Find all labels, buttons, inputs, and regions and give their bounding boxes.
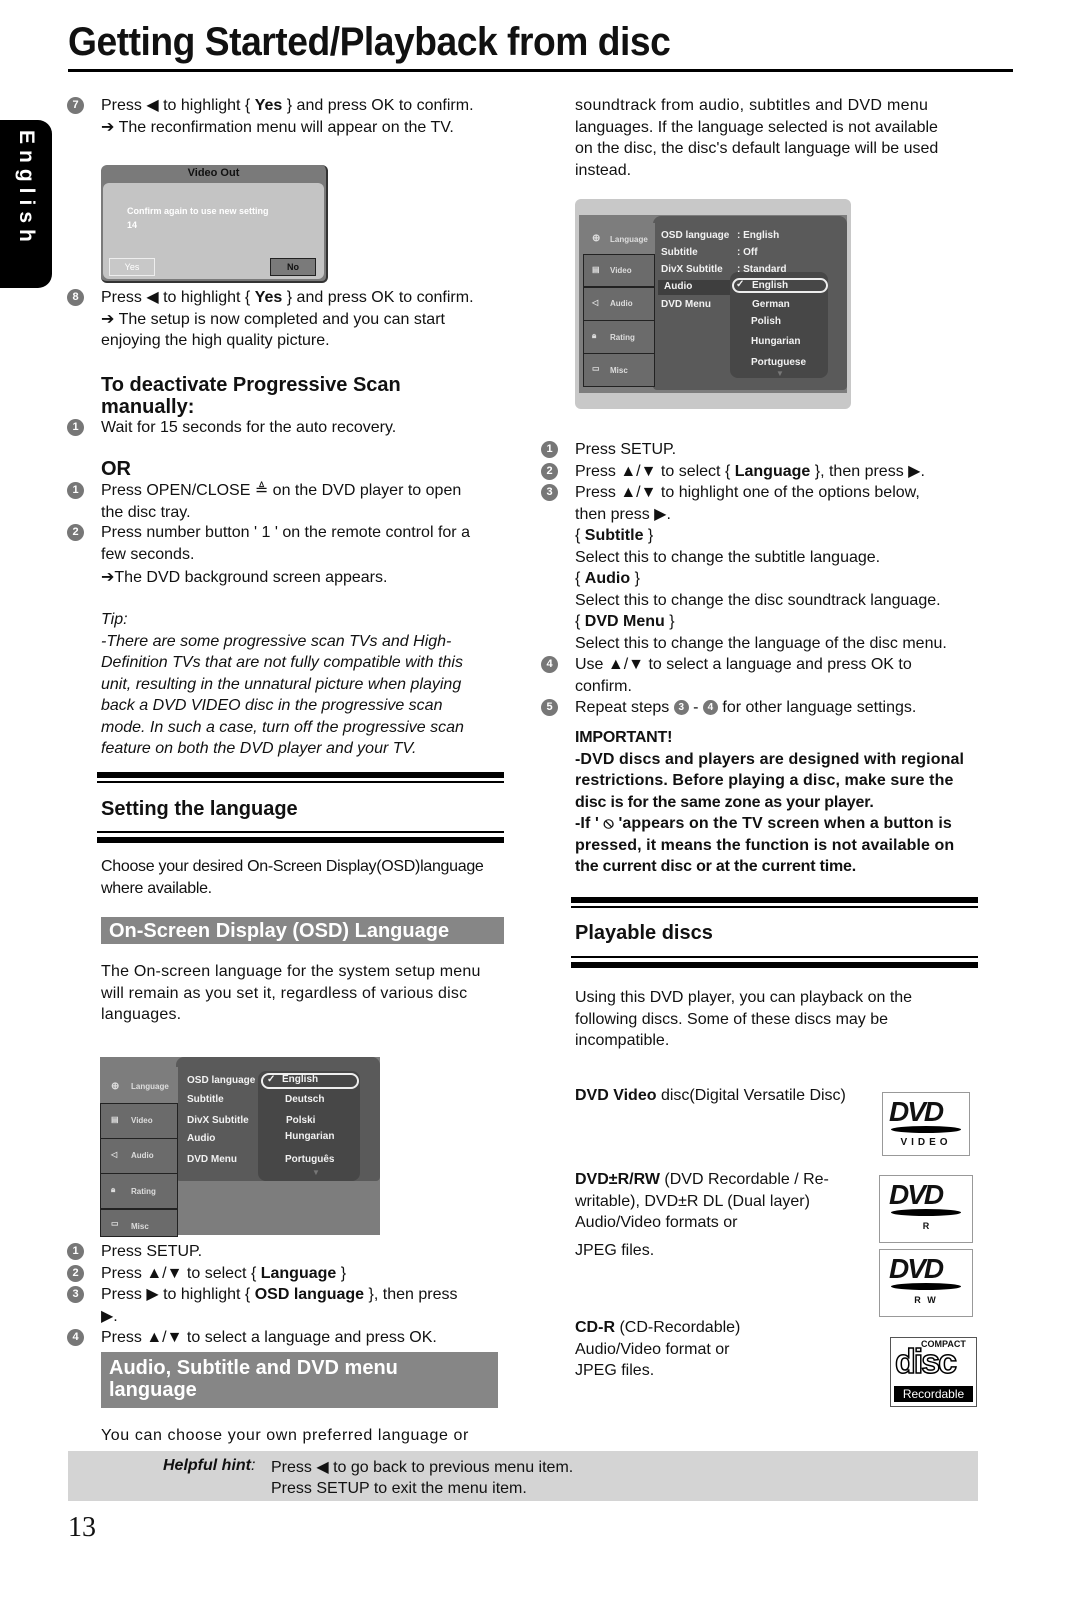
section-rule [571, 962, 978, 968]
video-out-dialog: Video Out Confirm again to use new setti… [101, 165, 328, 283]
menu-value: : Off [737, 247, 758, 258]
osd-language-heading: On-Screen Display (OSD) Language [101, 917, 504, 944]
audio-language-menu: ⊕ Language ▤ Video ◁ Audio 🔒︎ Rating ▭ Misc O… [575, 199, 851, 409]
check-icon: ✓ [267, 1074, 276, 1085]
menu-item[interactable]: DivX Subtitle [187, 1115, 249, 1126]
step-8: 8 Press ◀ to highlight { Yes } and press… [67, 287, 474, 352]
dvd-video-logo: DVD VIDEO [882, 1092, 970, 1156]
menu-item[interactable]: OSD language [661, 230, 729, 241]
section-rule [97, 837, 504, 843]
menu-tab-video[interactable]: ▤ Video [100, 1103, 178, 1139]
scroll-down-icon[interactable]: ▼ [776, 369, 784, 378]
dialog-title: Video Out [187, 167, 240, 179]
language-option[interactable]: Português [285, 1154, 334, 1165]
disc-dvd-rw: DVD±R/RW (DVD Recordable / Re- writable)… [575, 1171, 829, 1259]
dialog-message: Confirm again to use new setting [127, 206, 269, 216]
step-7: 7 Press ◀ to highlight { Yes } and press… [67, 95, 474, 138]
section-rule [571, 906, 978, 908]
hint-text: Press ◀ to go back to previous menu item… [271, 1459, 574, 1497]
menu-tab-rating[interactable]: 🔒︎ Rating [100, 1173, 178, 1209]
step-number-badge: 7 [67, 97, 84, 114]
setting-language-heading: Setting the language [101, 798, 298, 820]
menu-tab-language[interactable]: ⊕ Language [583, 223, 655, 255]
language-option[interactable]: English [282, 1074, 318, 1085]
menu-tab-audio[interactable]: ◁ Audio [100, 1138, 178, 1174]
tip-block: Tip: -There are some progressive scan TV… [101, 611, 464, 757]
disc-cd-r: CD-R (CD-Recordable) Audio/Video format … [575, 1319, 741, 1379]
menu-item[interactable]: DVD Menu [661, 299, 711, 310]
menu-item[interactable]: DivX Subtitle [661, 264, 723, 275]
or-result-arrow: ➔The DVD background screen appears. [101, 569, 388, 586]
menu-tab-misc[interactable]: ▭ Misc [100, 1209, 178, 1237]
disc-dvd-video: DVD Video disc(Digital Versatile Disc) [575, 1087, 846, 1104]
playable-description: Using this DVD player, you can playback … [575, 989, 913, 1049]
cd-recordable-logo: COMPACT disc Recordable [890, 1337, 977, 1407]
page-number: 13 [68, 1512, 96, 1543]
osd-steps: 1 Press SETUP. 2 Press ▲/▼ to select { Lan… [67, 1241, 457, 1349]
side-tab-label: English [15, 130, 38, 248]
menu-tab-video[interactable]: ▤ Video [583, 254, 655, 287]
language-option[interactable]: Deutsch [285, 1094, 324, 1105]
title-rule [68, 69, 1013, 72]
menu-value: : English [737, 230, 780, 241]
important-notice: IMPORTANT! -DVD discs and players are de… [575, 729, 965, 875]
section-rule [97, 772, 504, 778]
right-intro: soundtrack from audio, subtitles and DVD… [575, 97, 939, 179]
section-rule [571, 897, 978, 903]
menu-tab-language[interactable]: ⊕ Language [100, 1067, 178, 1105]
page-title: Getting Started/Playback from disc [68, 20, 671, 64]
scroll-down-icon[interactable]: ▼ [312, 1168, 320, 1177]
menu-item[interactable]: Subtitle [187, 1094, 224, 1105]
or-label: OR [101, 458, 131, 480]
language-option[interactable]: Polski [286, 1115, 315, 1126]
menu-item[interactable]: Audio [187, 1133, 215, 1144]
playable-discs-heading: Playable discs [575, 922, 713, 944]
deactivate-heading: To deactivate Progressive Scan manually: [101, 374, 401, 418]
language-option[interactable]: Hungarian [285, 1131, 334, 1142]
audio-subtitle-heading: Audio, Subtitle and DVD menu language [101, 1352, 498, 1408]
language-side-tab: English [0, 120, 52, 288]
dvd-r-logo: DVD R [879, 1175, 973, 1243]
language-option[interactable]: Polish [751, 316, 781, 327]
language-option[interactable]: German [752, 299, 790, 310]
dialog-yes-button[interactable]: Yes [109, 258, 155, 276]
or-step-2: 2 Press number button ' 1 ' on the remot… [67, 522, 470, 565]
result-arrow-text: ➔ The reconfirmation menu will appear on… [101, 118, 454, 136]
section-rule [97, 831, 504, 833]
audio-description: You can choose your own preferred langua… [101, 1427, 469, 1444]
osd-description: The On-screen language for the system se… [101, 963, 481, 1023]
menu-item[interactable]: Subtitle [661, 247, 698, 258]
helpful-hint-bar: Helpful hint: Press ◀ to go back to prev… [68, 1451, 978, 1501]
menu-item-highlighted[interactable]: Audio [664, 281, 692, 292]
language-steps: 1 Press SETUP. 2 Press ▲/▼ to select { Lan… [541, 439, 947, 719]
menu-tab-misc[interactable]: ▭ Misc [583, 353, 655, 387]
language-option[interactable]: English [752, 280, 788, 291]
wait-step: 1 Wait for 15 seconds for the auto recov… [67, 417, 396, 439]
section-rule [97, 781, 504, 783]
check-icon: ✓ [736, 279, 745, 290]
dialog-value: 14 [127, 220, 138, 230]
or-step-1: 1 Press OPEN/CLOSE ≜ on the DVD player t… [67, 480, 461, 523]
menu-item[interactable]: DVD Menu [187, 1154, 237, 1165]
section-rule [571, 956, 978, 958]
menu-tab-audio[interactable]: ◁ Audio [583, 287, 655, 321]
choose-osd-text: Choose your desired On-Screen Display(OS… [101, 858, 484, 897]
language-option[interactable]: Hungarian [751, 336, 800, 347]
dialog-no-button[interactable]: No [270, 258, 316, 276]
language-option[interactable]: Portuguese [751, 357, 806, 368]
osd-language-menu: ⊕ Language ▤ Video ◁ Audio 🔒︎ Rating ▭ Misc O… [100, 1057, 380, 1237]
hint-label: Helpful hint: [163, 1457, 256, 1474]
dvd-rw-logo: DVD R W [879, 1249, 973, 1317]
menu-item[interactable]: OSD language [187, 1075, 255, 1086]
step-number-badge: 8 [67, 289, 84, 306]
menu-tab-rating[interactable]: 🔒︎ Rating [583, 320, 655, 354]
